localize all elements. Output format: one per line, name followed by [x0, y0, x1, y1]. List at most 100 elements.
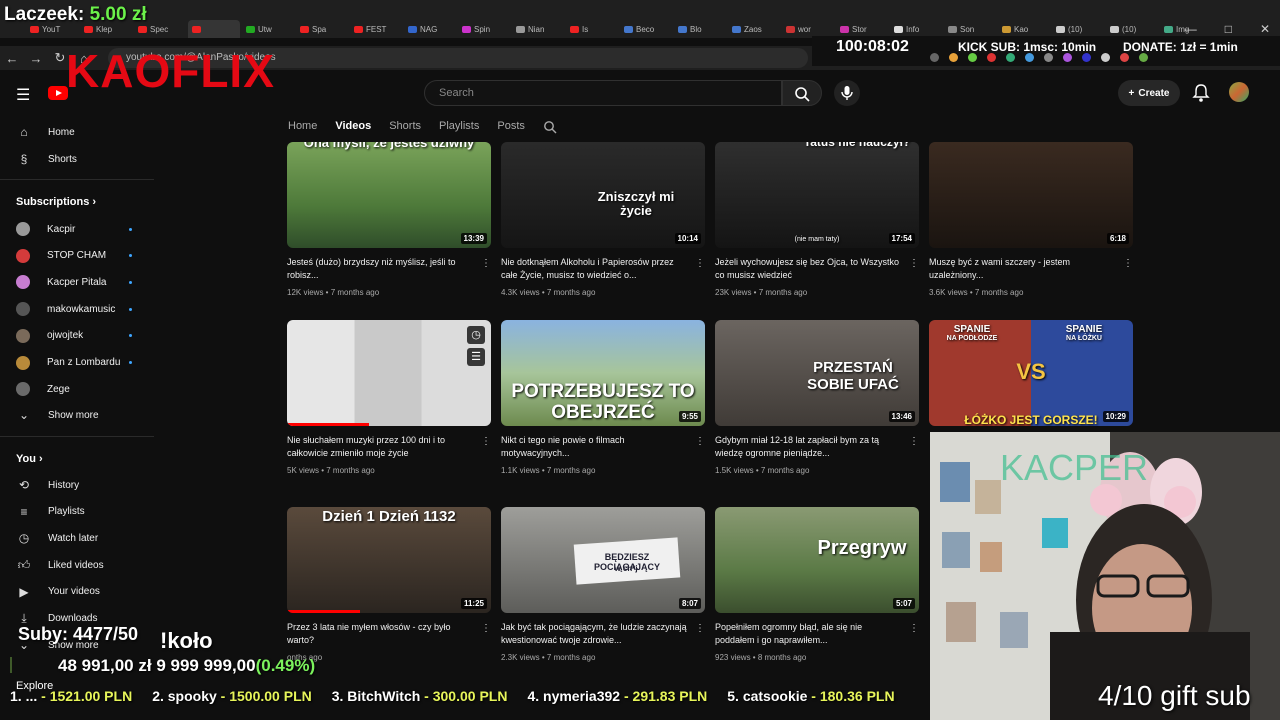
video-thumbnail[interactable]: 6:18 [929, 142, 1133, 248]
search-input[interactable]: Search [424, 80, 782, 106]
extension-icon[interactable] [1006, 53, 1015, 62]
video-title[interactable]: Jesteś (dużo) brzydszy niż myślisz, jeśl… [287, 256, 473, 281]
video-thumbnail[interactable]: Ona myśli, że jesteś dziwny 13:39 [287, 142, 491, 248]
extension-icon[interactable] [1101, 53, 1110, 62]
sidebar-item-shorts[interactable]: § Shorts [16, 148, 146, 170]
browser-tab[interactable]: NAG [404, 20, 456, 38]
more-actions-icon[interactable]: ⋮ [909, 623, 919, 634]
sidebar-item-home[interactable]: ⌂ Home [16, 121, 146, 143]
tab-posts[interactable]: Posts [497, 120, 525, 134]
tab-videos[interactable]: Videos [335, 120, 371, 134]
watch-later-icon[interactable]: ◷ [467, 326, 485, 344]
sidebar-subscription-item[interactable]: Kacpir [16, 218, 146, 240]
video-title[interactable]: Muszę być z wami szczery - jestem uzależ… [929, 256, 1115, 281]
video-title[interactable]: Nie słuchałem muzyki przez 100 dni i to … [287, 434, 473, 459]
video-thumbnail[interactable]: Dzień 1 Dzień 1132 11:25 [287, 507, 491, 613]
sidebar-item-label: Pan z Lombardu [47, 357, 121, 368]
sidebar-subscription-item[interactable]: STOP CHAM [16, 245, 146, 267]
video-thumbnail[interactable]: ŁÓŻKO JEST GORSZE! SPANIE NA PODŁODZE SPANI… [929, 320, 1133, 426]
video-thumbnail[interactable]: ◷ ☰ [287, 320, 491, 426]
extension-icon[interactable] [949, 53, 958, 62]
notifications-bell-icon[interactable] [1192, 83, 1210, 103]
subscriptions-heading[interactable]: Subscriptions › [16, 196, 96, 208]
menu-icon[interactable]: ☰ [16, 85, 30, 105]
video-metadata: 5K views • 7 months ago [287, 466, 375, 475]
more-actions-icon[interactable]: ⋮ [481, 436, 491, 447]
video-duration: 6:18 [1106, 233, 1129, 244]
maximize-icon[interactable]: □ [1225, 22, 1232, 36]
show-more-subscriptions[interactable]: ⌄ Show more [16, 404, 146, 426]
video-title[interactable]: Jeżeli wychowujesz się bez Ojca, to Wszy… [715, 256, 901, 281]
video-thumbnail[interactable]: BĘDZIESZ POCIĄGAJĄCY w ch*j 8:07 [501, 507, 705, 613]
video-title[interactable]: Popełniłem ogromny błąd, ale się nie pod… [715, 621, 901, 646]
browser-tab[interactable]: Nian [512, 20, 564, 38]
voice-search-button[interactable] [834, 80, 860, 106]
sidebar-subscription-item[interactable]: Pan z Lombardu [16, 352, 146, 374]
browser-tab[interactable]: Utw [242, 20, 294, 38]
streamer-webcam-image: KACPER [930, 432, 1280, 720]
tab-playlists[interactable]: Playlists [439, 120, 479, 134]
more-actions-icon[interactable]: ⋮ [695, 623, 705, 634]
video-thumbnail[interactable]: Przegryw 5:07 [715, 507, 919, 613]
video-title[interactable]: Nie dotknąłem Alkoholu i Papierosów prze… [501, 256, 687, 281]
video-thumbnail[interactable]: PRZESTAŃ SOBIE UFAĆ 13:46 [715, 320, 919, 426]
sidebar-item-label: ojwojtek [47, 330, 84, 342]
extension-icon[interactable] [987, 53, 996, 62]
you-heading[interactable]: You › [16, 453, 43, 465]
more-actions-icon[interactable]: ⋮ [909, 258, 919, 269]
sidebar-subscription-item[interactable]: ojwojtek [16, 325, 146, 347]
browser-tab[interactable]: Spin [458, 20, 510, 38]
sidebar-item-your-videos[interactable]: ▶ Your videos [16, 581, 146, 603]
video-title[interactable]: Gdybym miał 12-18 lat zapłacił bym za tą… [715, 434, 901, 459]
video-thumbnail[interactable]: Tatuś nie nauczył? (nie mam taty) 17:54 [715, 142, 919, 248]
sidebar-item-watch-later[interactable]: ◷ Watch later [16, 527, 146, 549]
minimize-icon[interactable]: — [1185, 22, 1197, 36]
extension-icon[interactable] [968, 53, 977, 62]
more-actions-icon[interactable]: ⋮ [695, 258, 705, 269]
sidebar-subscription-item[interactable]: Kacper Pitala [16, 271, 146, 293]
donor-entry: 1. ... - 1521.00 PLN [10, 688, 133, 704]
more-actions-icon[interactable]: ⋮ [695, 436, 705, 447]
browser-tab[interactable]: Blo [674, 20, 726, 38]
sidebar-item-liked-videos[interactable]: 👍︎ Liked videos [16, 554, 146, 576]
create-button[interactable]: + Create [1118, 80, 1180, 106]
extension-icon[interactable] [1082, 53, 1091, 62]
more-actions-icon[interactable]: ⋮ [909, 436, 919, 447]
back-icon[interactable]: ← [0, 51, 24, 66]
browser-tab[interactable]: Spa [296, 20, 348, 38]
add-to-queue-icon[interactable]: ☰ [467, 348, 485, 366]
forward-icon[interactable]: → [24, 51, 48, 66]
more-actions-icon[interactable]: ⋮ [481, 623, 491, 634]
browser-tab[interactable]: Beco [620, 20, 672, 38]
more-actions-icon[interactable]: ⋮ [481, 258, 491, 269]
more-actions-icon[interactable]: ⋮ [1123, 258, 1133, 269]
sidebar-item-playlists[interactable]: ≡ Playlists [16, 501, 146, 523]
extension-icon[interactable] [1063, 53, 1072, 62]
extension-icon[interactable] [1044, 53, 1053, 62]
browser-tab-label: Stor [852, 24, 867, 34]
extension-icon[interactable] [1025, 53, 1034, 62]
sidebar-item-history[interactable]: ⟲ History [16, 474, 146, 496]
video-title[interactable]: Przez 3 lata nie myłem włosów - czy było… [287, 621, 473, 646]
close-icon[interactable]: ✕ [1260, 22, 1270, 36]
video-thumbnail[interactable]: POTRZEBUJESZ TO OBEJRZEĆ 9:55 [501, 320, 705, 426]
channel-search-icon[interactable] [543, 120, 557, 134]
video-title[interactable]: Nikt ci tego nie powie o filmach motywac… [501, 434, 687, 459]
extension-icon[interactable] [930, 53, 939, 62]
extension-icon[interactable] [1120, 53, 1129, 62]
video-thumbnail[interactable]: Zniszczył mi życie 10:14 [501, 142, 705, 248]
browser-tab[interactable]: Zaos [728, 20, 780, 38]
tab-shorts[interactable]: Shorts [389, 120, 421, 134]
tab-home[interactable]: Home [288, 120, 317, 134]
account-avatar[interactable] [1229, 82, 1249, 102]
browser-tab-label: Spa [312, 24, 327, 34]
sidebar-subscription-item[interactable]: makowkamusic [16, 298, 146, 320]
browser-tab[interactable]: FEST [350, 20, 402, 38]
browser-tab[interactable]: Is [566, 20, 618, 38]
browser-tab[interactable] [188, 20, 240, 38]
youtube-logo-icon[interactable] [48, 86, 68, 100]
search-button[interactable] [782, 80, 822, 106]
profile-icon[interactable] [1139, 53, 1148, 62]
video-title[interactable]: Jak być tak pociągającym, że ludzie zacz… [501, 621, 687, 646]
sidebar-subscription-item[interactable]: Zege [16, 378, 146, 400]
